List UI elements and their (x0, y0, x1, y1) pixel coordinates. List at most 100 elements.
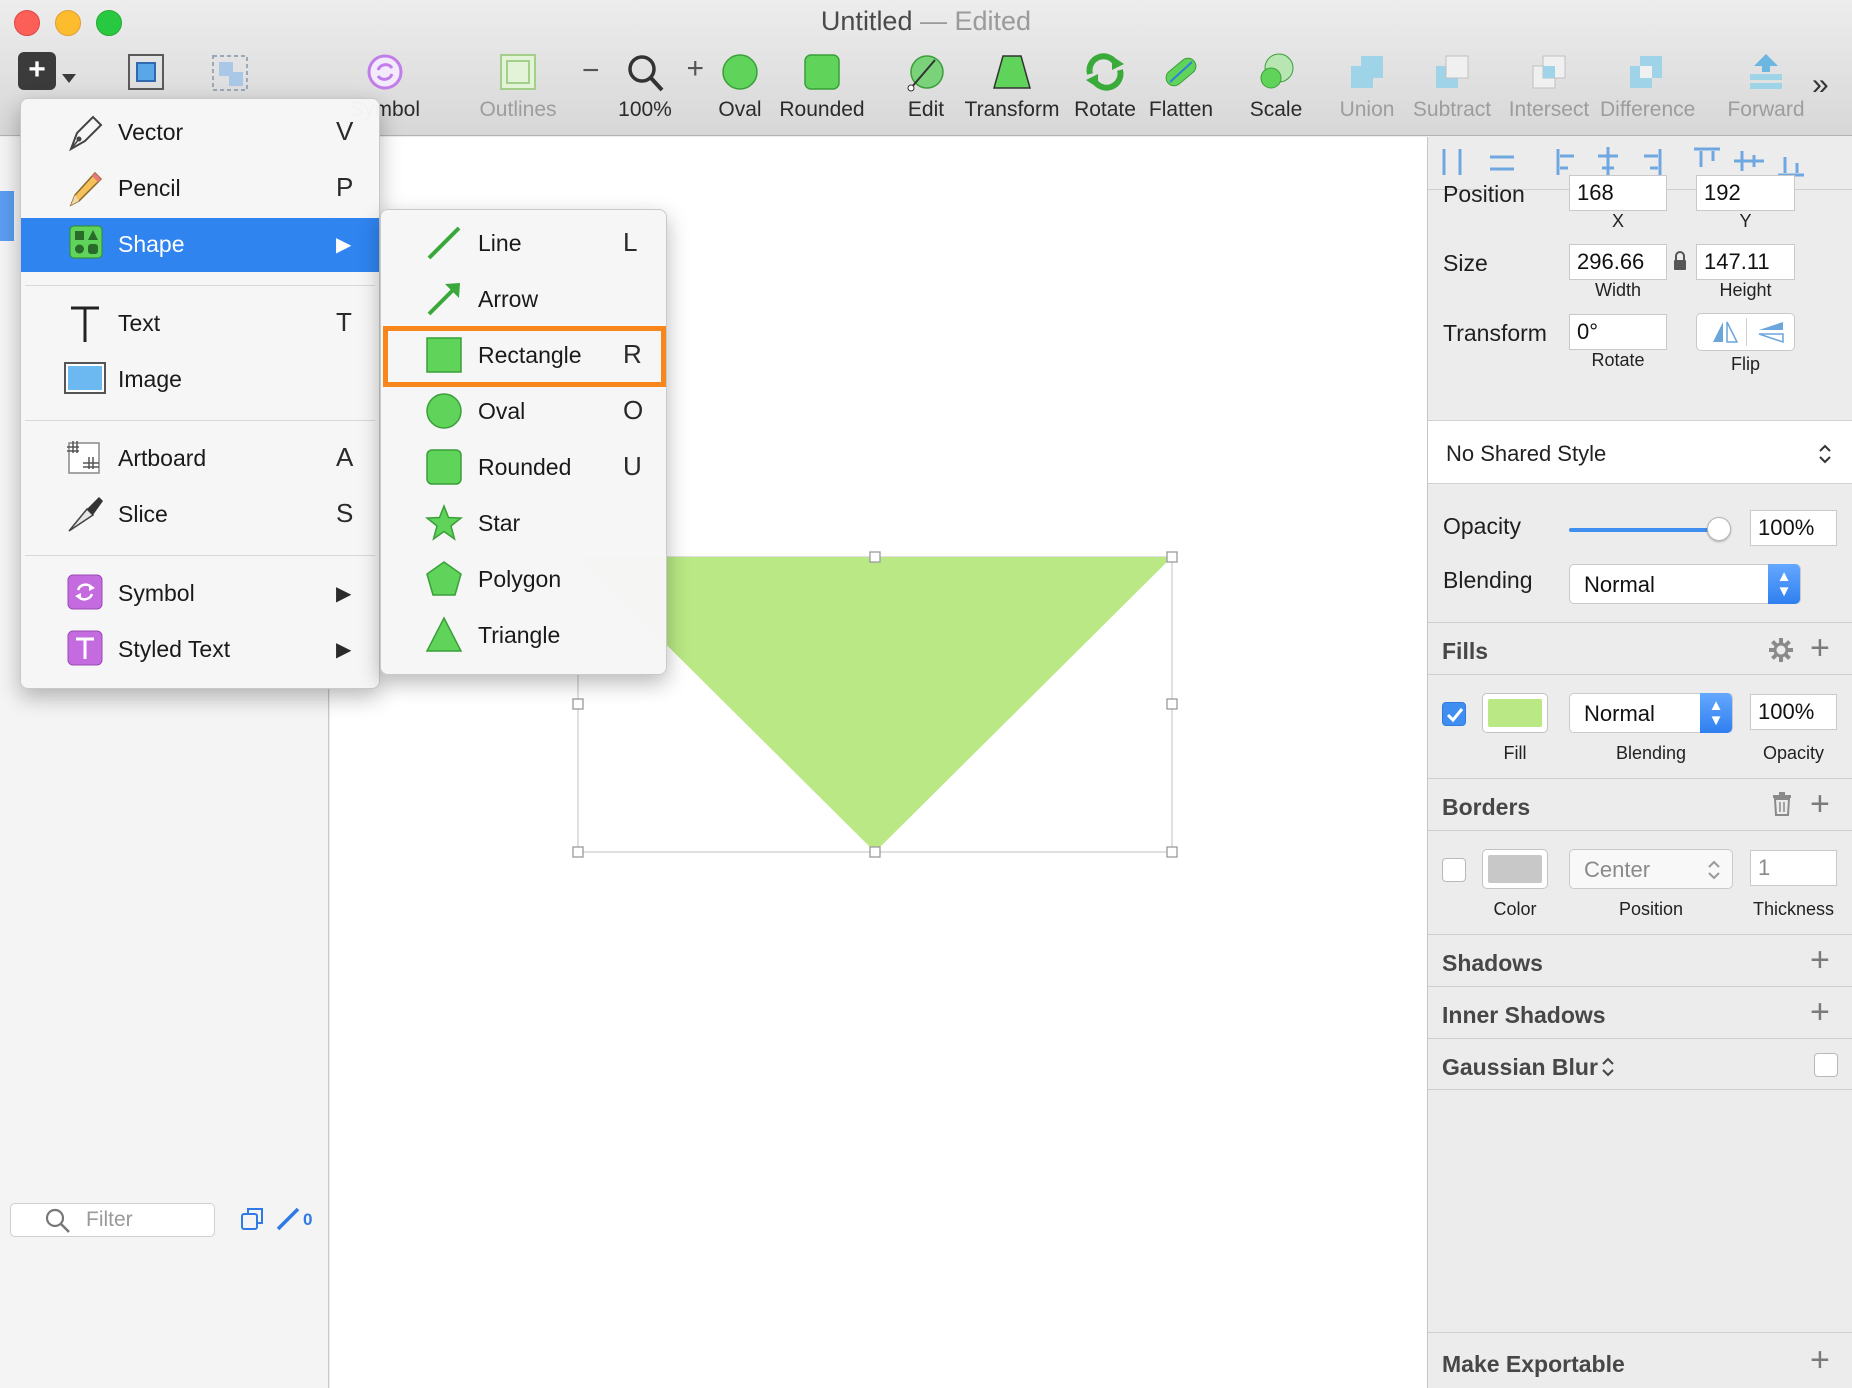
fill-color-well[interactable] (1482, 693, 1548, 733)
menu-item-slice[interactable]: Slice S (21, 488, 379, 542)
gear-icon[interactable] (1768, 637, 1794, 663)
rotate-button[interactable]: Rotate (1072, 48, 1138, 128)
edit-icon (907, 55, 944, 92)
toolbar-overflow-button[interactable]: » (1812, 68, 1829, 102)
inner-shadows-header[interactable]: Inner Shadows + (1428, 986, 1852, 1038)
menu-item-artboard[interactable]: Artboard A (21, 432, 379, 486)
union-button[interactable]: Union (1334, 48, 1400, 128)
rounded-toolbar-button[interactable]: Rounded (776, 48, 868, 128)
resize-handle[interactable] (1166, 698, 1178, 710)
menu-item-triangle[interactable]: Triangle (381, 609, 666, 663)
subtract-label: Subtract (1412, 98, 1492, 121)
updown-chevron-icon[interactable] (1600, 1055, 1616, 1079)
resize-handle[interactable] (1166, 551, 1178, 563)
border-thickness-field[interactable]: 1 (1750, 850, 1837, 886)
fills-header: Fills + (1428, 622, 1852, 674)
menu-item-image[interactable]: Image (21, 353, 379, 407)
add-shadow-icon[interactable]: + (1810, 943, 1830, 977)
menu-item-label: Styled Text (118, 636, 231, 662)
outlines-button[interactable]: Outlines (470, 48, 566, 128)
scale-button[interactable]: Scale (1244, 48, 1308, 128)
menu-item-rounded[interactable]: Rounded U (381, 441, 666, 495)
menu-item-styled-text[interactable]: Styled Text ▶ (21, 623, 379, 677)
menu-item-shortcut: U (623, 451, 642, 481)
chevron-down-icon[interactable] (62, 74, 76, 83)
forward-button[interactable]: Forward (1720, 48, 1812, 128)
resize-handle[interactable] (572, 698, 584, 710)
transform-button[interactable]: Transform (962, 48, 1062, 128)
align-middle-icon[interactable] (1734, 151, 1764, 171)
menu-item-polygon[interactable]: Polygon (381, 553, 666, 607)
add-border-icon[interactable]: + (1810, 787, 1830, 821)
shared-style-select[interactable]: No Shared Style (1428, 420, 1852, 484)
border-enabled-checkbox[interactable] (1442, 858, 1466, 882)
resize-handle[interactable] (869, 846, 881, 858)
border-color-well[interactable] (1482, 849, 1548, 889)
position-x-field[interactable]: 168 (1569, 175, 1667, 211)
star-icon (425, 504, 463, 541)
menu-item-shape[interactable]: Shape ▶ (21, 218, 379, 272)
arrow-icon (427, 283, 460, 316)
pen-icon[interactable] (274, 1205, 302, 1233)
shape-submenu: Line L Arrow Rectangle R Oval O Rounded … (380, 209, 667, 675)
trash-icon[interactable] (1770, 791, 1794, 817)
checkmark-icon (1446, 708, 1464, 723)
intersect-button[interactable]: Intersect (1502, 48, 1596, 128)
resize-handle[interactable] (1166, 846, 1178, 858)
insert-button[interactable]: + (18, 52, 56, 90)
rotate-field[interactable]: 0° (1569, 314, 1667, 350)
menu-item-text[interactable]: Text T (21, 297, 379, 351)
flip-vertical-icon[interactable] (1757, 320, 1785, 344)
opacity-slider[interactable] (1569, 517, 1731, 541)
flatten-button[interactable]: Flatten (1146, 48, 1216, 128)
lock-icon[interactable] (1672, 250, 1688, 272)
gaussian-blur-checkbox[interactable] (1814, 1053, 1838, 1077)
position-y-field[interactable]: 192 (1696, 175, 1795, 211)
make-exportable-header[interactable]: Make Exportable + (1428, 1332, 1852, 1388)
add-fill-icon[interactable]: + (1810, 631, 1830, 665)
menu-item-pencil[interactable]: Pencil P (21, 162, 379, 216)
resize-handle[interactable] (869, 551, 881, 563)
align-bottom-icon[interactable] (1778, 157, 1804, 177)
menu-item-star[interactable]: Star (381, 497, 666, 551)
add-inner-shadow-icon[interactable]: + (1810, 995, 1830, 1029)
zoom-in-button[interactable]: + (686, 52, 704, 86)
align-center-icon[interactable] (1598, 147, 1618, 177)
align-top-icon[interactable] (1694, 147, 1720, 167)
distribute-vertical-icon[interactable] (1490, 155, 1514, 171)
fill-opacity-field[interactable]: 100% (1750, 694, 1837, 730)
opacity-field[interactable]: 100% (1750, 510, 1837, 546)
fill-blending-select[interactable]: Normal ▲ ▼ (1569, 693, 1733, 733)
zoom-out-button[interactable]: − (582, 54, 600, 88)
flip-horizontal-icon[interactable] (1711, 320, 1739, 344)
border-position-select[interactable]: Center (1569, 849, 1733, 889)
opacity-slider-knob[interactable] (1707, 517, 1731, 541)
copy-icon[interactable] (240, 1206, 266, 1232)
shadows-header[interactable]: Shadows + (1428, 934, 1852, 986)
menu-item-arrow[interactable]: Arrow (381, 273, 666, 327)
height-field[interactable]: 147.11 (1696, 244, 1795, 280)
align-left-icon[interactable] (1556, 149, 1574, 175)
gaussian-blur-header[interactable]: Gaussian Blur (1428, 1038, 1852, 1090)
menu-item-oval[interactable]: Oval O (381, 385, 666, 439)
borders-title: Borders (1442, 794, 1531, 820)
distribute-horizontal-icon[interactable] (1442, 149, 1462, 175)
transform-label: Transform (964, 98, 1060, 121)
edit-button[interactable]: Edit (896, 48, 956, 128)
blending-select[interactable]: Normal ▲ ▼ (1569, 564, 1801, 604)
width-field[interactable]: 296.66 (1569, 244, 1667, 280)
align-right-icon[interactable] (1644, 149, 1662, 175)
rounded-rect-icon (426, 449, 462, 485)
magnifier-icon[interactable] (625, 52, 665, 94)
difference-button[interactable]: Difference (1600, 48, 1695, 128)
add-export-icon[interactable]: + (1810, 1343, 1830, 1377)
oval-toolbar-button[interactable]: Oval (712, 48, 768, 128)
subtract-button[interactable]: Subtract (1408, 48, 1496, 128)
menu-item-vector[interactable]: Vector V (21, 106, 379, 160)
menu-item-line[interactable]: Line L (381, 217, 666, 271)
menu-item-symbol[interactable]: Symbol ▶ (21, 567, 379, 621)
resize-handle[interactable] (572, 846, 584, 858)
fill-enabled-checkbox[interactable] (1442, 702, 1466, 726)
triangle-shape[interactable] (578, 557, 1172, 852)
zoom-control: − + 100% (580, 48, 710, 128)
